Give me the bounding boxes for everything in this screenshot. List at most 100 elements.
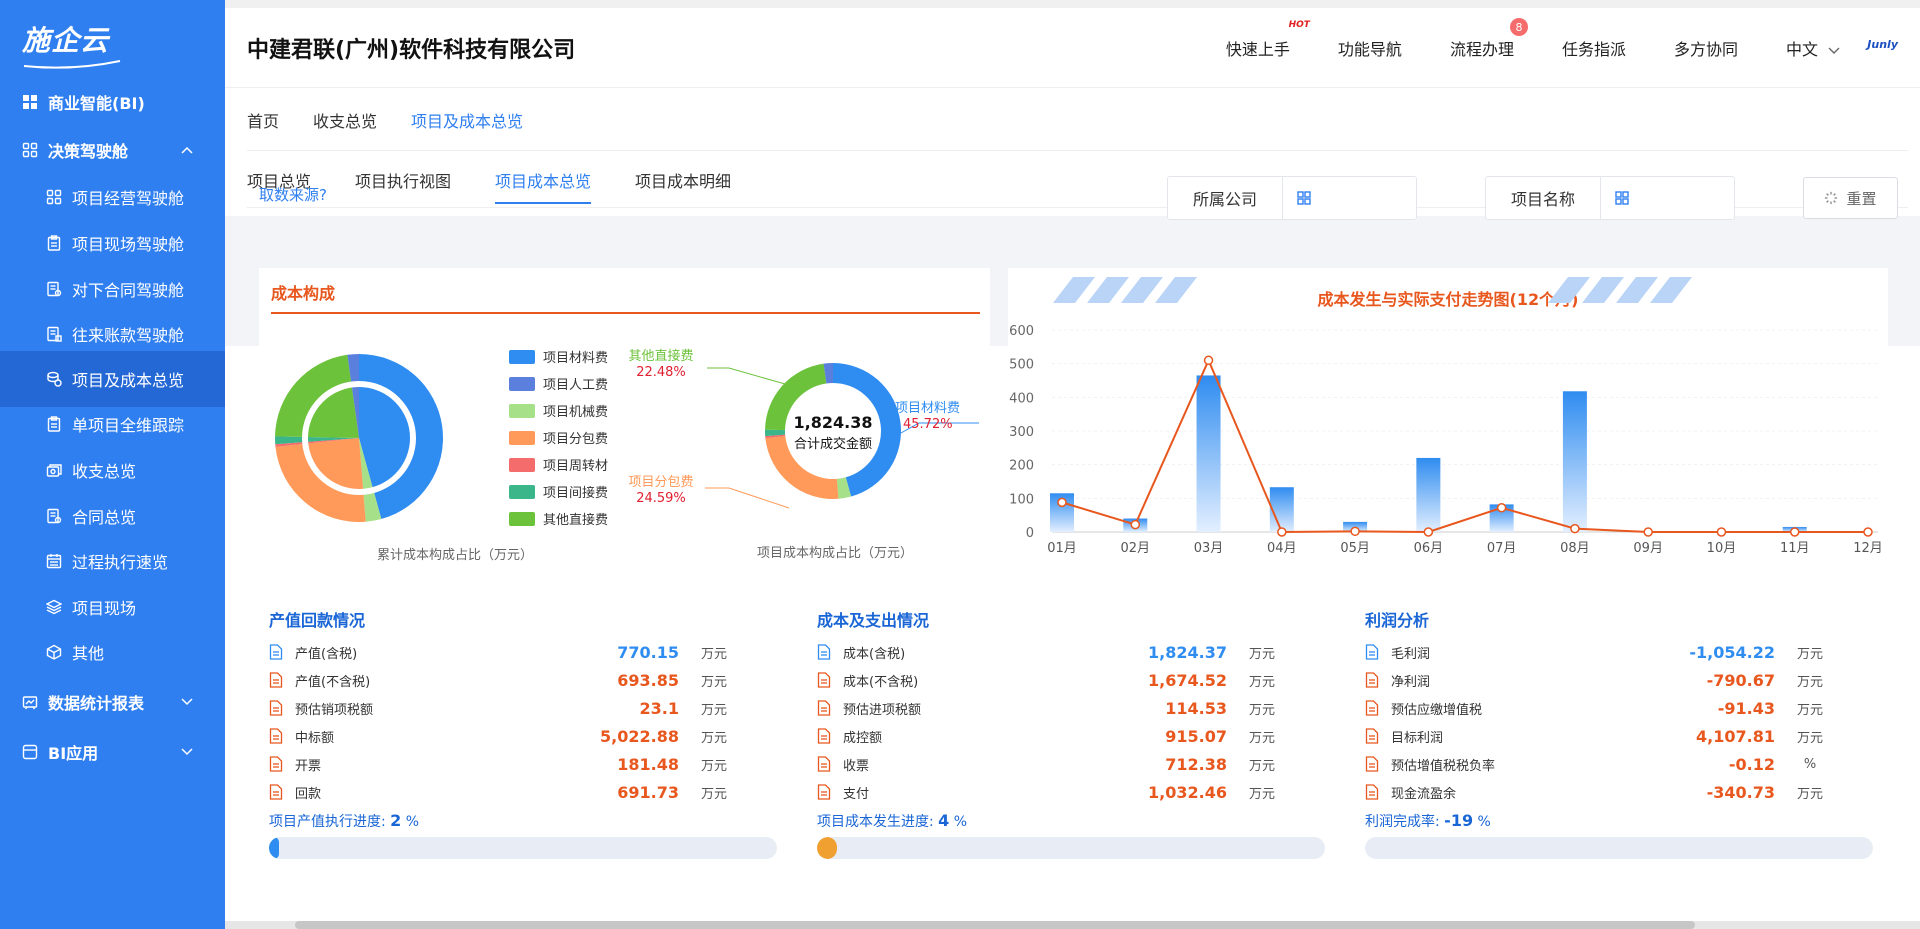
x-tick-label: 01月: [1047, 541, 1077, 556]
line-point[interactable]: [1277, 527, 1287, 537]
line-point[interactable]: [1789, 527, 1800, 537]
line-point[interactable]: [1716, 527, 1727, 537]
tab[interactable]: 首页: [247, 108, 279, 132]
bar[interactable]: [1269, 487, 1294, 532]
stat-unit: 万元: [700, 646, 727, 662]
panel-title: 成本及支出情况: [817, 611, 930, 630]
loading-icon: [1825, 191, 1838, 205]
document-icon: [269, 756, 283, 772]
header-nav-item[interactable]: 任务指派: [1562, 36, 1626, 60]
line-point[interactable]: [1350, 526, 1360, 537]
legend-swatch: [509, 430, 535, 445]
cost-composition-panel: 成本构成 1,824.38 合计成交金额 其他直接费 22.48% 项目材料费 45.72…: [259, 268, 990, 580]
legend-item[interactable]: 项目机械费: [509, 397, 608, 424]
line-point[interactable]: [1496, 503, 1507, 513]
stat-row: 预估增值税税负率 -0.12%: [1365, 749, 1845, 779]
bar[interactable]: [1196, 375, 1221, 532]
legend-item[interactable]: 项目周转材: [509, 451, 608, 478]
legend-item[interactable]: 项目材料费: [509, 343, 608, 370]
progress-unit: %: [1477, 814, 1491, 830]
progress-label-text: 项目产值执行进度:: [269, 814, 386, 830]
sidebar-item[interactable]: 其他: [0, 624, 225, 680]
company-filter[interactable]: 所属公司: [1167, 176, 1417, 220]
header-nav-label: 任务指派: [1561, 40, 1626, 59]
sidebar-item[interactable]: BI应用: [0, 724, 225, 780]
stat-row: 产值(不含税) 693.85 万元: [269, 665, 749, 695]
primary-tabs: 首页 收支总览 项目及成本总览: [247, 108, 523, 132]
data-source-link[interactable]: 取数来源?: [259, 184, 327, 205]
x-tick-label: 09月: [1633, 541, 1663, 556]
horizontal-scrollbar[interactable]: [225, 921, 1920, 929]
tab[interactable]: 项目执行视图: [355, 168, 451, 204]
stat-panel: 利润分析 毛利润 -1,054.22 万元 净利润 -790.67 万元 预估应缴增值税 -91…: [1355, 593, 1885, 929]
scrollbar-thumb[interactable]: [295, 921, 1695, 929]
progress-label-text: 利润完成率:: [1365, 814, 1440, 830]
hot-badge: HOT: [1288, 20, 1310, 30]
tab[interactable]: 项目及成本总览: [411, 108, 523, 132]
sidebar-item[interactable]: 数据统计报表: [0, 674, 225, 730]
line-point[interactable]: [1203, 355, 1214, 366]
reset-button[interactable]: 重置: [1803, 177, 1898, 219]
header-nav-item[interactable]: 功能导航: [1338, 36, 1402, 60]
document-icon: [1365, 700, 1379, 716]
project-filter[interactable]: 项目名称: [1485, 176, 1735, 220]
donut-total: 1,824.38: [794, 413, 873, 432]
brand-logo[interactable]: Junly: [1867, 38, 1898, 51]
header-nav-item[interactable]: 快速上手 HOT: [1226, 20, 1310, 60]
bar[interactable]: [1416, 457, 1441, 532]
stat-row: 中标额 5,022.88 万元: [269, 721, 749, 751]
sidebar-item-label: 过程执行速览: [72, 553, 169, 572]
chevron-down-icon: [181, 745, 193, 759]
title-decoration: [1548, 277, 1590, 303]
sidebar-item-label: 收支总览: [72, 462, 137, 481]
legend-label: 项目周转材: [543, 459, 609, 474]
legend-label: 项目间接费: [543, 486, 609, 501]
logo-text: 施企云: [22, 24, 110, 57]
app-icon: [22, 744, 38, 760]
sidebar-item-label: 项目现场驾驶舱: [72, 235, 185, 254]
legend-item[interactable]: 项目人工费: [509, 370, 608, 397]
stat-label: 产值(含税): [295, 646, 358, 662]
legend-item[interactable]: 项目分包费: [509, 424, 608, 451]
bar[interactable]: [1562, 391, 1587, 532]
line-point[interactable]: [1643, 527, 1653, 537]
legend-item[interactable]: 其他直接费: [509, 505, 608, 532]
line-point[interactable]: [1130, 519, 1141, 530]
header-nav-item[interactable]: 流程办理 8: [1450, 18, 1528, 60]
stat-label: 开票: [295, 758, 322, 774]
contract-icon: [46, 508, 62, 524]
tab[interactable]: 项目成本总览: [495, 168, 592, 204]
stat-row: 毛利润 -1,054.22 万元: [1365, 637, 1845, 667]
divider: [247, 150, 1908, 151]
title-decoration: [1582, 277, 1624, 303]
line-point[interactable]: [1423, 527, 1434, 537]
stat-unit: 万元: [1248, 786, 1275, 802]
progress-label: 项目成本发生进度: 4 %: [817, 811, 967, 831]
pie-slice[interactable]: [275, 354, 359, 438]
company-name: 中建君联(广州)软件科技有限公司: [247, 37, 576, 63]
callout-percent: 22.48%: [636, 365, 686, 380]
stat-unit: 万元: [1796, 786, 1823, 802]
progress-label: 利润完成率: -19 %: [1365, 811, 1491, 831]
line-point[interactable]: [1570, 523, 1580, 534]
stat-label: 预估进项税额: [843, 702, 922, 718]
stat-unit: 万元: [1248, 702, 1275, 718]
x-tick-label: 12月: [1853, 541, 1883, 556]
grid-icon: [1297, 191, 1311, 205]
tab[interactable]: 收支总览: [313, 108, 377, 132]
header-nav-item[interactable]: 多方协同: [1674, 36, 1738, 60]
progress-bar: [1365, 837, 1873, 859]
document-icon: [1365, 728, 1379, 744]
progress-label: 项目产值执行进度: 2 %: [269, 811, 419, 831]
line-point[interactable]: [1863, 527, 1873, 537]
header-nav-item[interactable]: 中文: [1786, 36, 1840, 60]
title-decoration: [1616, 277, 1658, 303]
header: 中建君联(广州)软件科技有限公司 快速上手 HOT 功能导航 流程办理 8 任务指派 多方协…: [225, 8, 1920, 88]
cube-icon: [46, 644, 62, 660]
progress-unit: %: [953, 814, 968, 830]
legend-item[interactable]: 项目间接费: [509, 478, 608, 505]
line-point[interactable]: [1057, 497, 1067, 508]
tab[interactable]: 项目成本明细: [635, 168, 731, 204]
document-icon: [269, 672, 283, 688]
stat-label: 现金流盈余: [1391, 786, 1457, 802]
